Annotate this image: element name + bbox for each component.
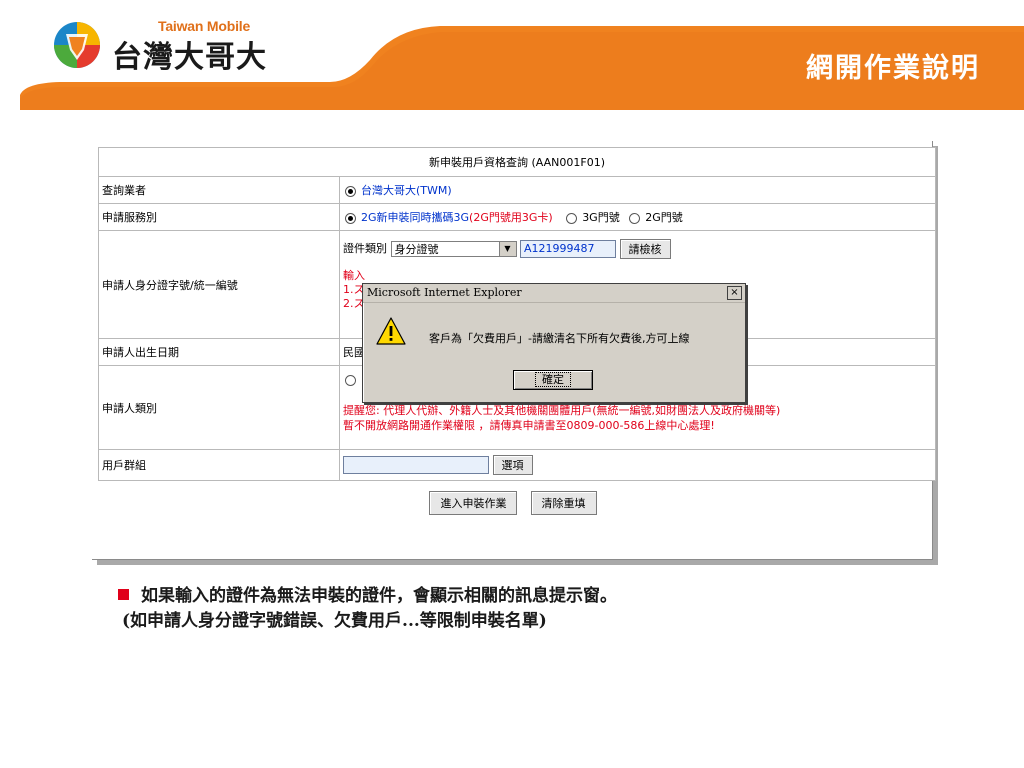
dropdown-arrow-icon[interactable]: ▼	[498, 242, 516, 256]
service-radio-2g-3g[interactable]	[345, 212, 356, 224]
group-select-button[interactable]: 選項	[492, 455, 533, 475]
brand-logo: Taiwan Mobile 台灣大哥大	[52, 14, 292, 75]
alert-message: 客戶為「欠費用戶」-請繳清名下所有欠費後,方可上線	[429, 332, 690, 345]
enter-application-button[interactable]: 進入申裝作業	[429, 491, 518, 515]
alert-dialog-title: Microsoft Internet Explorer	[367, 286, 522, 299]
category-label: 申請人類別	[99, 366, 339, 449]
ok-button[interactable]: 確定	[513, 370, 593, 390]
service-label: 申請服務別	[99, 204, 339, 230]
group-input[interactable]	[343, 456, 489, 474]
category-radio[interactable]	[345, 374, 356, 386]
warning-icon	[376, 317, 406, 345]
doc-type-select[interactable]: 身分證號 ▼	[390, 241, 517, 257]
brand-logo-icon	[54, 22, 100, 68]
bullet-square-icon	[118, 589, 129, 600]
service-radio-3g[interactable]	[566, 212, 578, 224]
id-number-value: A121999487	[524, 242, 595, 255]
operator-label: 查詢業者	[99, 177, 339, 203]
id-hint-line-1: 輸入	[343, 269, 365, 282]
ok-button-label: 確定	[535, 372, 571, 387]
operator-radio-twm[interactable]	[345, 185, 356, 197]
slide-title: 網開作業說明	[806, 53, 980, 84]
service-option-2g: 2G門號	[645, 211, 683, 224]
form-title: 新申裝用戶資格查詢 (AAN001F01)	[99, 148, 935, 176]
service-option-2g-3g: 2G新申裝同時攜碼3G	[361, 211, 470, 224]
doc-type-label: 證件類別	[343, 242, 387, 255]
note-text-1: 如果輸入的證件為無法申裝的證件，會顯示相關的訊息提示窗。	[141, 586, 617, 606]
alert-dialog: Microsoft Internet Explorer × 客戶為「欠費用戶」-…	[362, 283, 746, 403]
row-service: 申請服務別 2G新申裝同時攜碼3G(2G門號用3G卡) 3G門號 2G門號	[99, 204, 935, 230]
alert-dialog-titlebar[interactable]: Microsoft Internet Explorer ×	[363, 284, 745, 303]
id-label: 申請人身分證字號/統一編號	[99, 231, 339, 338]
note-line-1: 如果輸入的證件為無法申裝的證件，會顯示相關的訊息提示窗。	[118, 584, 617, 609]
birth-label: 申請人出生日期	[99, 339, 339, 365]
group-label: 用戶群組	[99, 450, 339, 480]
operator-option-twm: 台灣大哥大(TWM)	[361, 184, 452, 197]
note-text-2: (如申請人身分證字號錯誤、欠費用戶...等限制申裝名單)	[122, 611, 547, 631]
check-button[interactable]: 請檢核	[619, 239, 671, 259]
row-operator: 查詢業者 台灣大哥大(TWM)	[99, 177, 935, 203]
row-group: 用戶群組 選項	[99, 450, 935, 480]
category-notice-line-1: 提醒您: 代理人代辦、外籍人士及其他機關團體用戶(無統一編號,如財團法人及政府機…	[343, 404, 781, 417]
reset-button[interactable]: 清除重填	[530, 491, 597, 515]
service-radio-2g[interactable]	[629, 212, 641, 224]
doc-type-value: 身分證號	[394, 243, 439, 256]
service-option-2g-3g-note: (2G門號用3G卡)	[469, 211, 553, 224]
id-number-input[interactable]: A121999487	[520, 240, 616, 258]
brand-name-zh: 台灣大哥大	[112, 40, 267, 75]
close-icon[interactable]: ×	[727, 286, 742, 300]
slide-notes: 如果輸入的證件為無法申裝的證件，會顯示相關的訊息提示窗。 (如申請人身分證字號錯…	[118, 584, 617, 634]
category-notice-line-2: 暫不開放網路開通作業權限 ，請傳真申請書至0809-000-586上線中心處理!	[343, 419, 715, 432]
service-option-3g: 3G門號	[582, 211, 620, 224]
